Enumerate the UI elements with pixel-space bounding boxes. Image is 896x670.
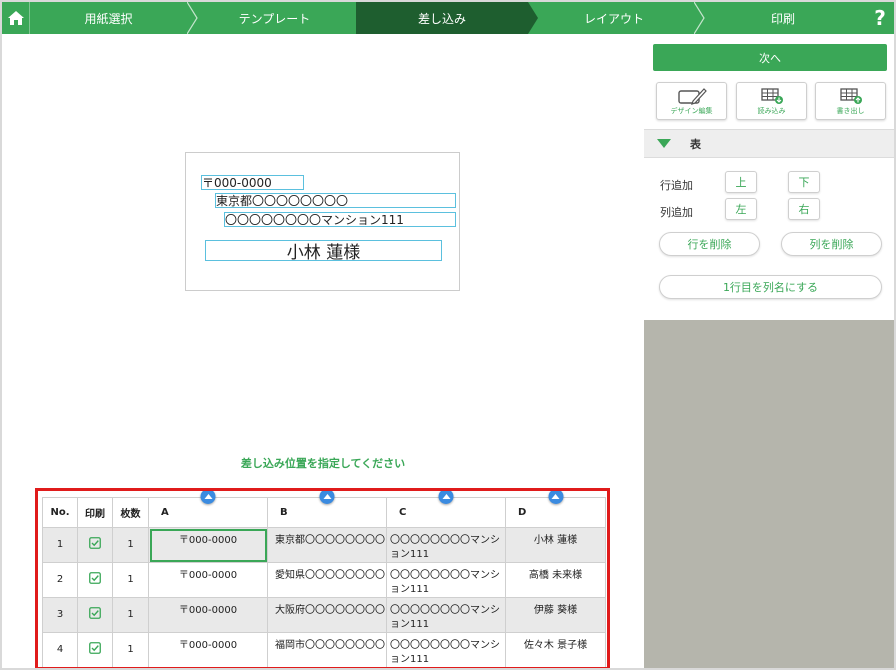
- cell-c[interactable]: 〇〇〇〇〇〇〇〇マンション111: [386, 527, 506, 563]
- header-count: 枚数: [112, 497, 149, 528]
- row-add-label: 行追加: [660, 179, 693, 192]
- row-number: 2: [42, 562, 78, 598]
- table-row[interactable]: 1 1 〒000-0000 東京都〇〇〇〇〇〇〇〇 〇〇〇〇〇〇〇〇マンション111 小林…: [42, 527, 606, 563]
- cell-c[interactable]: 〇〇〇〇〇〇〇〇マンション111: [386, 597, 506, 633]
- import-table-icon: [760, 87, 783, 104]
- add-row-above-button[interactable]: 上: [725, 171, 757, 193]
- step-merge[interactable]: 差し込み: [356, 2, 528, 34]
- template-preview: 〒000-0000 東京都〇〇〇〇〇〇〇〇 〇〇〇〇〇〇〇〇マンション111 小…: [185, 152, 460, 291]
- delete-column-button[interactable]: 列を削除: [781, 232, 882, 256]
- cell-d[interactable]: 酒井 康介様: [506, 668, 606, 669]
- right-panel-controls: 次へ デザイン編集 読み込み 書き出し 表 行追加 上 下 列追加 左 右 行を…: [644, 34, 894, 320]
- delete-row-button[interactable]: 行を削除: [659, 232, 760, 256]
- step-paper-select[interactable]: 用紙選択: [30, 2, 187, 34]
- copies-cell[interactable]: 1: [112, 562, 149, 598]
- home-icon: [7, 11, 24, 25]
- sort-up-icon[interactable]: [319, 491, 335, 504]
- wizard-steps: 用紙選択 テンプレート 差し込み レイアウト 印刷: [30, 2, 866, 34]
- help-icon: ?: [874, 6, 886, 30]
- print-checkbox[interactable]: [77, 597, 113, 633]
- print-checkbox[interactable]: [78, 668, 113, 669]
- cell-a[interactable]: 〒000-0000: [149, 668, 268, 669]
- export-table-icon: [839, 87, 862, 104]
- column-header-b[interactable]: B: [267, 491, 387, 528]
- wizard-bar: 用紙選択 テンプレート 差し込み レイアウト 印刷 ?: [2, 2, 894, 34]
- cell-b[interactable]: 東京都〇〇〇〇〇〇〇〇: [267, 527, 387, 563]
- first-row-as-header-button[interactable]: 1行目を列名にする: [659, 275, 882, 299]
- app-window: 用紙選択 テンプレート 差し込み レイアウト 印刷 ? 〒000-0000 東京…: [2, 2, 894, 668]
- table-row[interactable]: 3 1 〒000-0000 大阪府〇〇〇〇〇〇〇〇 〇〇〇〇〇〇〇〇マンション111 伊藤…: [42, 597, 606, 633]
- print-checkbox[interactable]: [77, 632, 113, 667]
- row-number: 1: [42, 527, 78, 563]
- print-checkbox[interactable]: [77, 562, 113, 598]
- add-col-left-button[interactable]: 左: [725, 198, 757, 220]
- merge-instruction: 差し込み位置を指定してください: [240, 457, 406, 470]
- column-header-a[interactable]: A: [148, 491, 268, 528]
- cell-d[interactable]: 佐々木 景子様: [505, 632, 606, 667]
- row-number: 4: [42, 632, 78, 667]
- table-section-header[interactable]: 表: [644, 129, 894, 158]
- row-number: 5: [43, 668, 78, 669]
- name-field[interactable]: 小林 蓮様: [205, 240, 442, 261]
- header-print: 印刷: [77, 497, 113, 528]
- right-panel: 次へ デザイン編集 読み込み 書き出し 表 行追加 上 下 列追加 左 右 行を…: [644, 34, 894, 668]
- add-row-below-button[interactable]: 下: [788, 171, 820, 193]
- postal-field[interactable]: 〒000-0000: [201, 175, 304, 190]
- table-header-row: No. 印刷 枚数 A B C D: [42, 491, 606, 528]
- copies-cell[interactable]: 1: [113, 668, 149, 669]
- help-button[interactable]: ?: [866, 2, 894, 34]
- add-col-right-button[interactable]: 右: [788, 198, 820, 220]
- table-row[interactable]: 4 1 〒000-0000 福岡市〇〇〇〇〇〇〇〇 〇〇〇〇〇〇〇〇マンション111 佐々…: [42, 632, 606, 667]
- merge-data-table: No. 印刷 枚数 A B C D 1 1 〒000-0000 東京都〇〇〇〇〇〇〇〇…: [35, 488, 610, 668]
- cell-c[interactable]: 〇〇〇〇〇〇〇〇マンション111: [386, 562, 506, 598]
- sort-up-icon[interactable]: [548, 491, 563, 504]
- import-button[interactable]: 読み込み: [736, 82, 807, 120]
- cell-c[interactable]: 〇〇〇〇〇〇〇〇マンション111: [386, 632, 506, 667]
- step-print[interactable]: 印刷: [700, 2, 866, 34]
- home-button[interactable]: [2, 2, 30, 34]
- cell-b[interactable]: 宮城県〇〇〇〇〇〇〇〇: [268, 668, 387, 669]
- sort-up-icon[interactable]: [438, 491, 454, 504]
- cell-a[interactable]: 〒000-0000: [148, 562, 268, 598]
- copies-cell[interactable]: 1: [112, 597, 149, 633]
- cell-c[interactable]: 〇〇〇〇〇〇〇〇マンション111: [387, 668, 506, 669]
- cell-a[interactable]: 〒000-0000: [148, 527, 268, 563]
- header-no: No.: [42, 497, 78, 528]
- next-button[interactable]: 次へ: [653, 44, 887, 71]
- table-row[interactable]: 5 1〒000-0000宮城県〇〇〇〇〇〇〇〇〇〇〇〇〇〇〇〇マンション111酒井…: [43, 668, 606, 669]
- copies-cell[interactable]: 1: [112, 527, 149, 563]
- cell-b[interactable]: 愛知県〇〇〇〇〇〇〇〇: [267, 562, 387, 598]
- cell-b[interactable]: 福岡市〇〇〇〇〇〇〇〇: [267, 632, 387, 667]
- checkbox-checked-icon: [89, 641, 101, 654]
- column-header-d[interactable]: D: [505, 491, 606, 528]
- collapse-triangle-icon: [657, 139, 671, 148]
- step-template[interactable]: テンプレート: [193, 2, 356, 34]
- checkbox-checked-icon: [89, 606, 101, 619]
- copies-cell[interactable]: 1: [112, 632, 149, 667]
- cell-a[interactable]: 〒000-0000: [148, 597, 268, 633]
- cell-b[interactable]: 大阪府〇〇〇〇〇〇〇〇: [267, 597, 387, 633]
- column-header-c[interactable]: C: [386, 491, 506, 528]
- col-add-label: 列追加: [660, 206, 693, 219]
- table-row[interactable]: 2 1 〒000-0000 愛知県〇〇〇〇〇〇〇〇 〇〇〇〇〇〇〇〇マンション111 高橋…: [42, 562, 606, 598]
- address2-field[interactable]: 〇〇〇〇〇〇〇〇マンション111: [224, 212, 456, 227]
- cell-d[interactable]: 小林 蓮様: [505, 527, 606, 563]
- checkbox-checked-icon: [89, 536, 101, 549]
- table-body: 1 1 〒000-0000 東京都〇〇〇〇〇〇〇〇 〇〇〇〇〇〇〇〇マンション111 小林…: [42, 527, 606, 669]
- checkbox-checked-icon: [89, 571, 101, 584]
- design-edit-button[interactable]: デザイン編集: [656, 82, 727, 120]
- export-button[interactable]: 書き出し: [815, 82, 886, 120]
- cell-a[interactable]: 〒000-0000: [148, 632, 268, 667]
- step-layout[interactable]: レイアウト: [534, 2, 694, 34]
- cell-d[interactable]: 伊藤 葵様: [505, 597, 606, 633]
- data-table: No. 印刷 枚数 A B C D 1 1 〒000-0000 東京都〇〇〇〇〇〇〇〇…: [42, 491, 606, 669]
- sort-up-icon[interactable]: [200, 491, 216, 504]
- design-edit-icon: [677, 87, 707, 105]
- cell-d[interactable]: 高橋 未来様: [505, 562, 606, 598]
- print-checkbox[interactable]: [77, 527, 113, 563]
- row-number: 3: [42, 597, 78, 633]
- address1-field[interactable]: 東京都〇〇〇〇〇〇〇〇: [215, 193, 456, 208]
